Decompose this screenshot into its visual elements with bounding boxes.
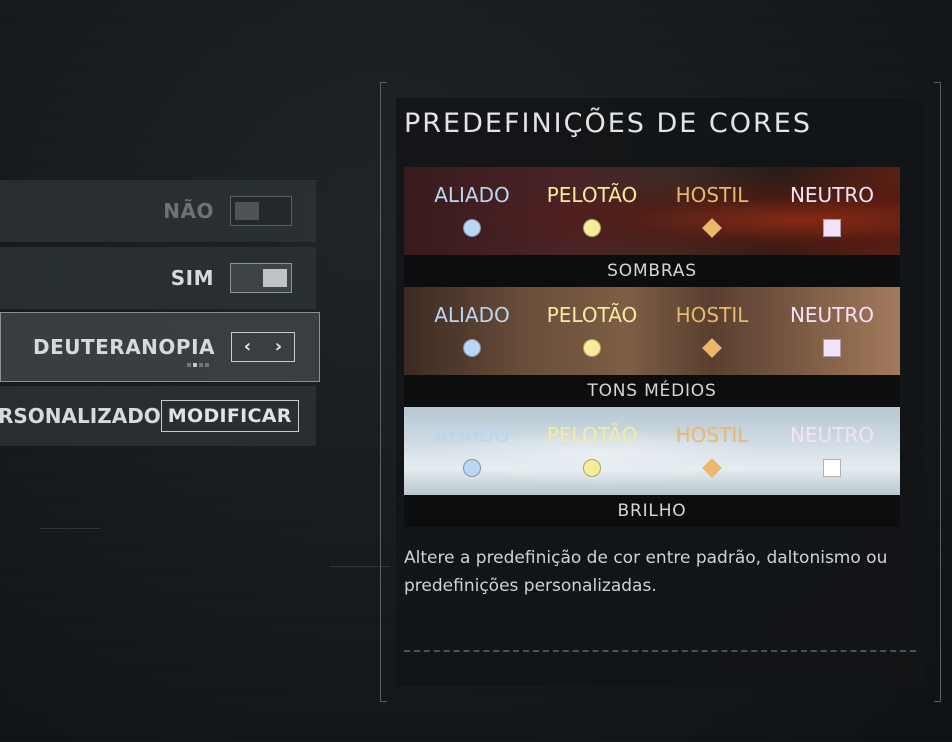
option-value: SIM	[170, 266, 214, 290]
circle-icon	[463, 219, 481, 237]
option-value: NÃO	[163, 199, 214, 223]
faction-label: NEUTRO	[789, 183, 875, 207]
diamond-icon	[702, 338, 722, 358]
panel-bracket-left	[380, 82, 387, 702]
toggle-knob	[263, 269, 287, 287]
panel-bracket-right	[934, 82, 941, 702]
preset-caption: SOMBRAS	[404, 255, 900, 287]
faction-label: PELOTÃO	[546, 303, 638, 327]
chevron-right-icon[interactable]: ›	[275, 338, 282, 356]
preset-preview: ALIADO PELOTÃO HOSTIL NEUTRO	[404, 167, 900, 255]
color-preset-panel: PREDEFINIÇÕES DE CORES ALIADO PELOTÃO HO…	[396, 98, 924, 686]
page-dot	[199, 363, 203, 367]
faction-label: ALIADO	[434, 303, 510, 327]
faction-hostile: HOSTIL	[652, 423, 772, 478]
preset-description: Altere a predefinição de cor entre padrã…	[404, 548, 888, 596]
preset-preview: ALIADO PELOTÃO HOSTIL NEUTRO	[404, 287, 900, 375]
faction-label: ALIADO	[434, 183, 510, 207]
faction-label: NEUTRO	[789, 423, 875, 447]
dashed-divider	[404, 650, 916, 652]
faction-hostile: HOSTIL	[652, 183, 772, 238]
faction-squad: PELOTÃO	[532, 303, 652, 357]
modify-button[interactable]: MODIFICAR	[160, 400, 299, 432]
faction-ally: ALIADO	[412, 423, 532, 477]
selector-stepper[interactable]: ‹ ›	[231, 332, 295, 362]
square-icon	[823, 339, 841, 357]
faction-label: HOSTIL	[675, 423, 749, 447]
circle-icon	[583, 219, 601, 237]
preset-caption: TONS MÉDIOS	[404, 375, 900, 407]
faction-neutral: NEUTRO	[772, 303, 892, 357]
faction-label: HOSTIL	[675, 303, 749, 327]
faction-squad: PELOTÃO	[532, 423, 652, 477]
square-icon	[823, 459, 841, 477]
circle-icon	[463, 339, 481, 357]
faction-label: HOSTIL	[675, 183, 749, 207]
faction-neutral: NEUTRO	[772, 183, 892, 237]
toggle-switch-on[interactable]	[230, 263, 292, 293]
diamond-icon	[702, 218, 722, 238]
option-row-custom[interactable]: RSONALIZADO MODIFICAR	[0, 386, 316, 446]
diamond-icon	[702, 458, 722, 478]
page-indicator	[187, 363, 209, 367]
faction-neutral: NEUTRO	[772, 423, 892, 477]
preset-tons-medios: ALIADO PELOTÃO HOSTIL NEUTRO TONS MÉDIOS	[404, 287, 900, 407]
circle-icon	[583, 459, 601, 477]
preset-preview: ALIADO PELOTÃO HOSTIL NEUTRO	[404, 407, 900, 495]
preset-caption: BRILHO	[404, 495, 900, 527]
preset-brilho: ALIADO PELOTÃO HOSTIL NEUTRO BRILHO	[404, 407, 900, 527]
divider	[40, 528, 100, 529]
faction-hostile: HOSTIL	[652, 303, 772, 358]
option-row-colorblind-mode[interactable]: DEUTERANOPIA ‹ ›	[0, 312, 320, 382]
page-dot	[205, 363, 209, 367]
option-row-2[interactable]: SIM	[0, 247, 316, 309]
faction-ally: ALIADO	[412, 183, 532, 237]
faction-label: ALIADO	[434, 423, 510, 447]
toggle-switch-off[interactable]	[230, 196, 292, 226]
faction-ally: ALIADO	[412, 303, 532, 357]
square-icon	[823, 219, 841, 237]
faction-label: NEUTRO	[789, 303, 875, 327]
option-row-1[interactable]: NÃO	[0, 180, 316, 242]
circle-icon	[583, 339, 601, 357]
preset-sombras: ALIADO PELOTÃO HOSTIL NEUTRO SOMBRAS	[404, 167, 900, 287]
option-label: RSONALIZADO	[0, 404, 161, 428]
page-dot-active	[193, 363, 197, 367]
panel-title: PREDEFINIÇÕES DE CORES	[404, 108, 812, 139]
toggle-knob	[235, 202, 259, 220]
chevron-left-icon[interactable]: ‹	[244, 338, 251, 356]
circle-icon	[463, 459, 481, 477]
page-dot	[187, 363, 191, 367]
option-value: DEUTERANOPIA	[32, 335, 215, 359]
faction-label: PELOTÃO	[546, 423, 638, 447]
faction-squad: PELOTÃO	[532, 183, 652, 237]
faction-label: PELOTÃO	[546, 183, 638, 207]
